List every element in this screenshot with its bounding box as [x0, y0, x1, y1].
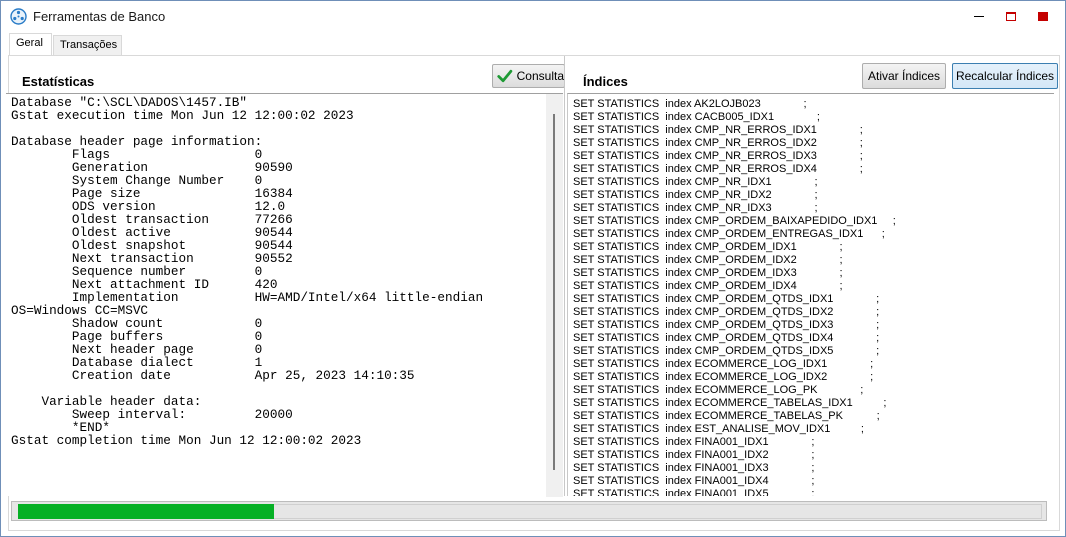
index-statement-row: SET STATISTICS index CMP_ORDEM_BAIXAPEDI… [573, 215, 896, 227]
index-statement-row: SET STATISTICS index ECOMMERCE_LOG_PK ; [573, 384, 864, 396]
index-statement-row: SET STATISTICS index CMP_ORDEM_QTDS_IDX2… [573, 306, 880, 318]
statistics-title: Estatísticas [22, 74, 95, 89]
scrollbar-thumb[interactable] [553, 114, 555, 470]
statistics-log-text: Database "C:\SCL\DADOS\1457.IB" Gstat ex… [11, 96, 484, 448]
window-title: Ferramentas de Banco [33, 9, 166, 24]
tab-strip: Geral Transações [5, 33, 1061, 56]
ativar-indices-button[interactable]: Ativar Índices [862, 63, 946, 89]
index-statement-row: SET STATISTICS index CMP_ORDEM_ENTREGAS_… [573, 228, 885, 240]
index-statement-row: SET STATISTICS index CMP_ORDEM_IDX4 ; [573, 280, 843, 292]
index-statement-row: SET STATISTICS index CACB005_IDX1 ; [573, 111, 820, 123]
index-statement-row: SET STATISTICS index FINA001_IDX4 ; [573, 475, 815, 487]
index-statement-row: SET STATISTICS index ECOMMERCE_TABELAS_P… [573, 410, 880, 422]
indexes-header: Índices Ativar Índices Recalcular Índice… [575, 59, 1063, 95]
progress-fill [18, 504, 274, 519]
index-statement-row: SET STATISTICS index CMP_NR_IDX3 ; [573, 202, 818, 214]
maximize-icon [1006, 12, 1016, 21]
index-statement-row: SET STATISTICS index AK2LOJB023 ; [573, 98, 807, 110]
maximize-button[interactable] [996, 1, 1026, 32]
tab-transacoes[interactable]: Transações [53, 35, 122, 55]
index-statement-row: SET STATISTICS index CMP_ORDEM_QTDS_IDX5… [573, 345, 880, 357]
tab-geral[interactable]: Geral [9, 33, 52, 56]
recalcular-indices-button[interactable]: Recalcular Índices [952, 63, 1058, 89]
index-statement-row: SET STATISTICS index CMP_NR_ERROS_IDX2 ; [573, 137, 863, 149]
consulta-label: Consulta [516, 69, 564, 83]
indexes-list-box[interactable]: SET STATISTICS index AK2LOJB023 ; SET STA… [567, 93, 1054, 496]
close-button[interactable] [1028, 1, 1058, 32]
index-statement-row: SET STATISTICS index FINA001_IDX5 ; [573, 488, 815, 496]
consulta-button[interactable]: Consulta [492, 64, 565, 88]
index-statement-row: SET STATISTICS index ECOMMERCE_LOG_IDX1 … [573, 358, 874, 370]
index-statement-row: SET STATISTICS index CMP_NR_IDX2 ; [573, 189, 818, 201]
statistics-header: Estatísticas Consulta [14, 59, 565, 95]
app-icon [10, 8, 27, 25]
check-icon [497, 69, 513, 83]
index-statement-row: SET STATISTICS index CMP_ORDEM_IDX3 ; [573, 267, 843, 279]
vertical-scrollbar[interactable] [546, 94, 563, 497]
index-statement-row: SET STATISTICS index ECOMMERCE_LOG_IDX2 … [573, 371, 874, 383]
index-statement-row: SET STATISTICS index FINA001_IDX1 ; [573, 436, 815, 448]
progress-bar [11, 501, 1047, 521]
index-statement-row: SET STATISTICS index FINA001_IDX3 ; [573, 462, 815, 474]
index-statement-row: SET STATISTICS index CMP_NR_ERROS_IDX4 ; [573, 163, 863, 175]
index-statement-row: SET STATISTICS index EST_ANALISE_MOV_IDX… [573, 423, 864, 435]
index-statement-row: SET STATISTICS index CMP_NR_ERROS_IDX1 ; [573, 124, 863, 136]
title-bar[interactable]: Ferramentas de Banco [1, 1, 1065, 32]
indexes-title: Índices [583, 74, 628, 89]
index-statement-row: SET STATISTICS index CMP_ORDEM_IDX1 ; [573, 241, 843, 253]
close-icon [1038, 12, 1048, 21]
index-statement-row: SET STATISTICS index ECOMMERCE_TABELAS_I… [573, 397, 887, 409]
panel-splitter[interactable] [564, 56, 565, 496]
index-statement-row: SET STATISTICS index CMP_NR_IDX1 ; [573, 176, 818, 188]
index-statement-row: SET STATISTICS index FINA001_IDX2 ; [573, 449, 815, 461]
index-statement-row: SET STATISTICS index CMP_NR_ERROS_IDX3 ; [573, 150, 863, 162]
statistics-log[interactable]: Database "C:\SCL\DADOS\1457.IB" Gstat ex… [6, 93, 563, 497]
app-window: Ferramentas de Banco Geral Transações Es… [0, 0, 1066, 537]
index-statement-row: SET STATISTICS index CMP_ORDEM_QTDS_IDX3… [573, 319, 880, 331]
indexes-list: SET STATISTICS index AK2LOJB023 ; SET STA… [573, 98, 896, 496]
index-statement-row: SET STATISTICS index CMP_ORDEM_IDX2 ; [573, 254, 843, 266]
minimize-button[interactable] [964, 1, 994, 32]
index-statement-row: SET STATISTICS index CMP_ORDEM_QTDS_IDX4… [573, 332, 880, 344]
index-statement-row: SET STATISTICS index CMP_ORDEM_QTDS_IDX1… [573, 293, 880, 305]
